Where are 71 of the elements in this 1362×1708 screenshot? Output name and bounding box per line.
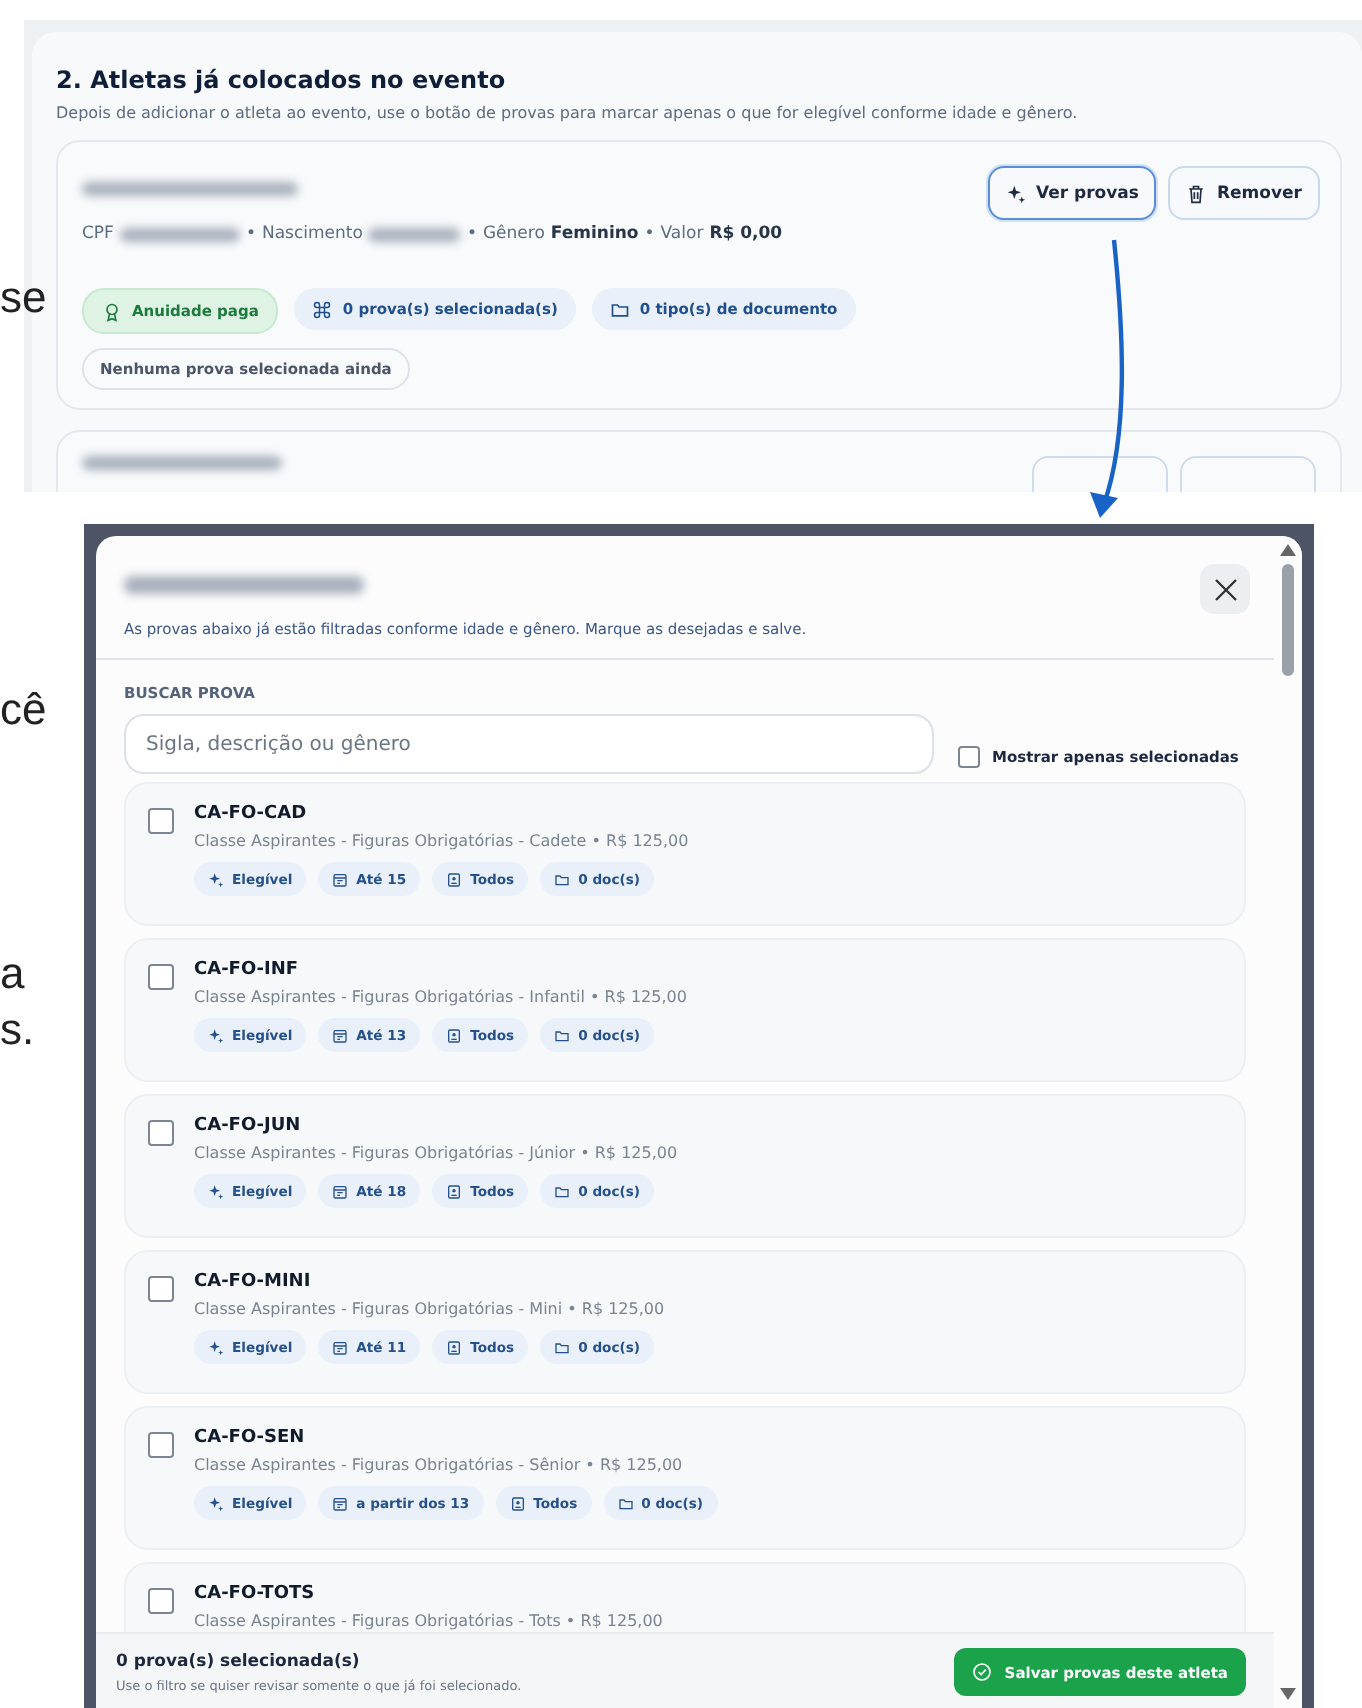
event-code: CA-FO-JUN	[194, 1116, 303, 1136]
search-field[interactable]: Sigla, descrição ou gênero	[124, 714, 934, 774]
id-badge-icon	[446, 1183, 463, 1199]
calendar-icon	[332, 1027, 349, 1043]
sparkle-icon	[208, 1495, 224, 1511]
calendar-icon	[332, 1339, 349, 1355]
background-text-fragment: s.	[0, 1004, 35, 1056]
folder-icon	[554, 1027, 571, 1043]
selection-summary: 0 prova(s) selecionada(s)	[116, 1651, 362, 1671]
checkbox[interactable]	[148, 1588, 174, 1614]
calendar-icon	[332, 871, 349, 887]
calendar-icon	[332, 1183, 349, 1199]
gender-label: Gênero	[482, 224, 545, 244]
sparkle-icon	[208, 1339, 224, 1355]
gender-value: Feminino	[550, 224, 639, 244]
event-description: Classe Aspirantes - Figuras Obrigatórias - Tots • R$ 125,00	[194, 1612, 663, 1630]
background-text-fragment: cê	[0, 684, 47, 736]
award-icon	[102, 301, 122, 321]
event-description: Classe Aspirantes - Figuras Obrigatórias - Júnior • R$ 125,00	[194, 1144, 678, 1162]
command-icon	[312, 299, 333, 319]
event-code: CA-FO-MINI	[194, 1272, 313, 1292]
scroll-thumb[interactable]	[1282, 564, 1294, 676]
checkbox[interactable]	[958, 746, 980, 768]
event-code: CA-FO-TOTS	[194, 1584, 317, 1604]
blurred-cpf	[119, 227, 240, 241]
event-description: Classe Aspirantes - Figuras Obrigatórias - Infantil • R$ 125,00	[194, 988, 687, 1006]
value-label: Valor	[660, 224, 704, 244]
event-code: CA-FO-INF	[194, 960, 301, 980]
close-icon	[1213, 577, 1237, 601]
event-description: Classe Aspirantes - Figuras Obrigatórias - Cadete • R$ 125,00	[194, 832, 689, 850]
section-title: 2. Atletas já colocados no evento	[56, 66, 508, 94]
blurred-birth-date	[368, 227, 461, 241]
sparkle-icon	[208, 871, 224, 887]
id-badge-icon	[446, 1027, 463, 1043]
id-badge-icon	[446, 871, 463, 887]
close-button[interactable]	[1200, 564, 1250, 614]
checkbox[interactable]	[148, 1276, 174, 1302]
background-text-fragment: a	[0, 948, 25, 1000]
calendar-icon	[332, 1495, 349, 1511]
section-description: Depois de adicionar o atleta ao evento, use o botão de provas para marcar apenas o que for elegível conforme idade e gênero.	[56, 104, 1080, 122]
folder-icon	[617, 1495, 634, 1511]
separator: •	[644, 224, 655, 244]
folder-icon	[554, 871, 571, 887]
event-description: Classe Aspirantes - Figuras Obrigatórias - Mini • R$ 125,00	[194, 1300, 665, 1318]
id-badge-icon	[509, 1495, 526, 1511]
event-description: Classe Aspirantes - Figuras Obrigatórias - Sênior • R$ 125,00	[194, 1456, 685, 1474]
birth-label: Nascimento	[261, 224, 363, 244]
trash-icon	[1186, 183, 1207, 203]
checkbox[interactable]	[148, 1120, 174, 1146]
separator: •	[245, 224, 256, 244]
id-badge-icon	[446, 1339, 463, 1355]
event-code: CA-FO-SEN	[194, 1428, 307, 1448]
checkbox[interactable]	[148, 808, 174, 834]
sparkle-icon	[208, 1027, 224, 1043]
cpf-label: CPF	[82, 224, 114, 244]
price-value: R$ 0,00	[709, 224, 783, 244]
check-circle-icon	[972, 1662, 993, 1682]
sparkle-icon	[208, 1183, 224, 1199]
folder-icon	[609, 299, 630, 319]
view-events-button[interactable]: Ver provas	[988, 166, 1157, 220]
remove-button[interactable]: Remover	[1168, 166, 1320, 220]
checkbox[interactable]	[148, 1432, 174, 1458]
scroll-down-icon[interactable]	[1280, 1688, 1296, 1700]
separator: •	[466, 224, 477, 244]
sparkle-icon	[1006, 183, 1026, 203]
folder-icon	[554, 1339, 571, 1355]
event-code: CA-FO-CAD	[194, 804, 309, 824]
scroll-up-icon[interactable]	[1280, 544, 1296, 556]
checkbox[interactable]	[148, 964, 174, 990]
folder-icon	[554, 1183, 571, 1199]
background-text-fragment: se	[0, 272, 47, 324]
